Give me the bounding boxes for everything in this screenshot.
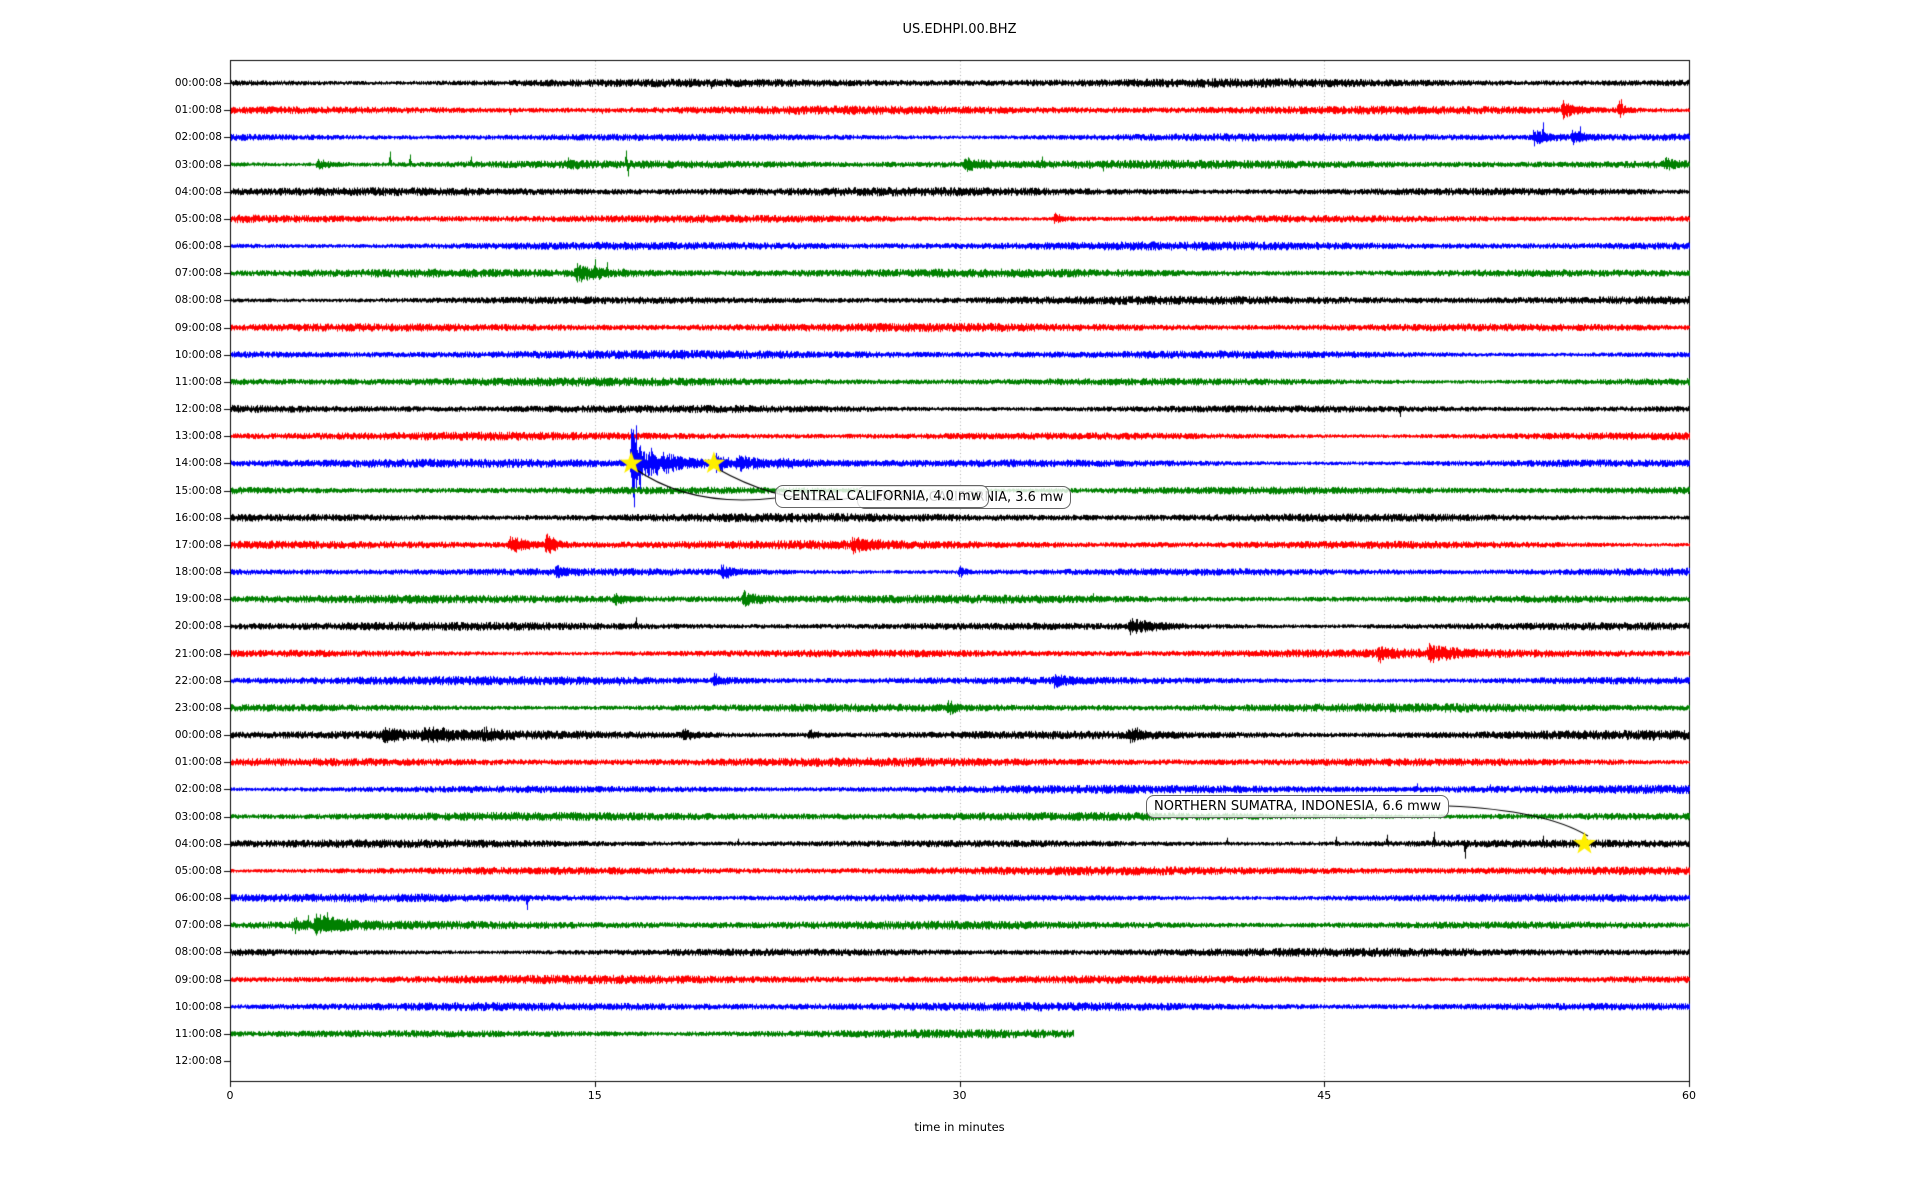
- row-time-label: 01:00:08: [174, 104, 222, 117]
- row-time-label: 00:00:08: [174, 729, 222, 741]
- row-time-label: 10:00:08: [174, 1000, 222, 1013]
- row-time-label: 02:00:08: [174, 131, 222, 144]
- row-time-label: 05:00:08: [174, 864, 222, 877]
- row-time-label: 07:00:08: [174, 267, 222, 280]
- seismogram-figure: US.EDHPI.00.BHZ time in minutes CENTRAL …: [0, 0, 1920, 1200]
- row-time-label: 18:00:08: [174, 566, 222, 578]
- row-time-label: 06:00:08: [174, 892, 222, 904]
- x-tick-label: 60: [1682, 1089, 1696, 1102]
- row-time-label: 06:00:08: [174, 240, 222, 252]
- row-time-label: 22:00:08: [174, 674, 222, 687]
- row-time-label: 11:00:08: [174, 375, 222, 388]
- x-tick-label: 30: [952, 1089, 967, 1102]
- row-time-label: 21:00:08: [174, 647, 222, 660]
- row-time-label: 16:00:08: [174, 511, 222, 524]
- x-tick-label: 15: [587, 1089, 602, 1102]
- row-time-label: 00:00:08: [174, 77, 222, 89]
- row-time-label: 05:00:08: [174, 212, 222, 225]
- row-time-label: 15:00:08: [174, 484, 222, 497]
- row-time-label: 19:00:08: [174, 593, 222, 606]
- row-time-label: 07:00:08: [174, 919, 222, 932]
- row-time-label: 23:00:08: [174, 701, 222, 714]
- row-time-label: 14:00:08: [174, 457, 222, 470]
- x-tick-label: 0: [226, 1089, 234, 1102]
- row-time-label: 08:00:08: [174, 946, 222, 959]
- row-time-label: 12:00:08: [174, 403, 222, 415]
- annotation-northern-sumatra: NORTHERN SUMATRA, INDONESIA, 6.6 mww: [1146, 795, 1450, 818]
- chart-title: US.EDHPI.00.BHZ: [902, 22, 1017, 37]
- seismogram-canvas: [0, 0, 1920, 1200]
- row-time-label: 09:00:08: [174, 973, 222, 986]
- row-time-label: 20:00:08: [174, 620, 222, 633]
- row-time-label: 01:00:08: [174, 756, 222, 769]
- x-axis-label: time in minutes: [914, 1120, 1005, 1134]
- row-time-label: 13:00:08: [174, 430, 222, 443]
- row-time-label: 09:00:08: [174, 321, 222, 334]
- row-time-label: 02:00:08: [174, 783, 222, 796]
- row-time-label: 17:00:08: [174, 538, 222, 551]
- row-time-label: 11:00:08: [174, 1027, 222, 1040]
- annotation-central-california-40: CENTRAL CALIFORNIA, 4.0 mw: [775, 485, 990, 508]
- x-tick-label: 45: [1317, 1089, 1332, 1102]
- row-time-label: 03:00:08: [174, 810, 222, 823]
- row-time-label: 04:00:08: [174, 185, 222, 198]
- row-time-label: 08:00:08: [174, 294, 222, 307]
- row-time-label: 12:00:08: [174, 1055, 222, 1067]
- row-time-label: 03:00:08: [174, 158, 222, 171]
- row-time-label: 10:00:08: [174, 348, 222, 361]
- row-time-label: 04:00:08: [174, 837, 222, 850]
